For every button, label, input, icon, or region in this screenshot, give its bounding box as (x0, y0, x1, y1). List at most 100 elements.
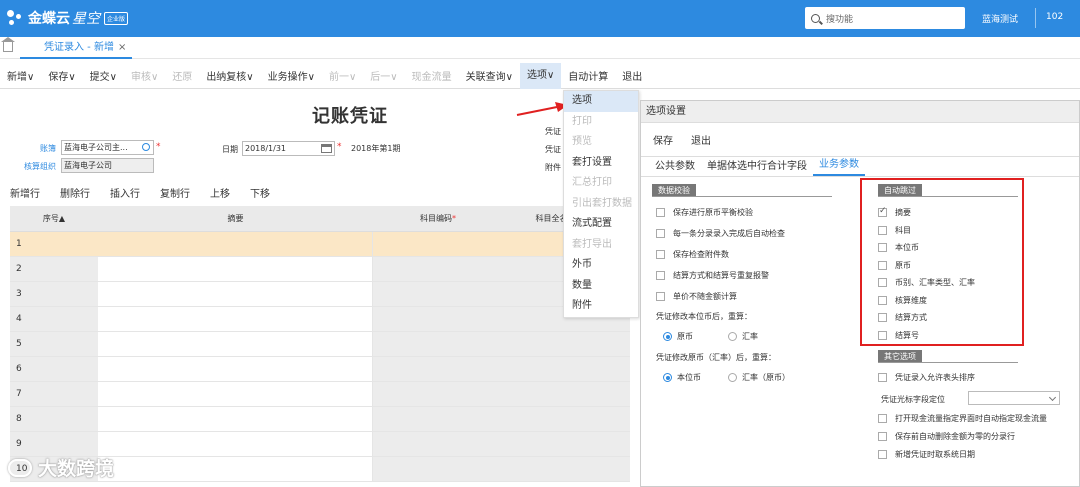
summary-cell[interactable] (98, 307, 373, 331)
summary-cell[interactable] (98, 457, 373, 481)
close-icon[interactable]: × (118, 42, 126, 53)
radio-original-currency[interactable]: 原币 (663, 331, 693, 342)
page-title: 记账凭证 (312, 106, 388, 127)
data-check-option[interactable]: 每一条分录录入完成后自动检查 (656, 228, 785, 239)
move-up-button[interactable]: 上移 (200, 185, 240, 200)
account-book-field[interactable]: 蓝海电子公司主... (61, 140, 154, 155)
menu-item[interactable]: 附件 (564, 296, 638, 317)
menu-item[interactable]: 外币 (564, 255, 638, 276)
date-field[interactable]: 2018/1/31 (242, 141, 335, 156)
menu-item[interactable]: 选项 (564, 91, 638, 112)
toolbar-button[interactable]: 业务操作∨ (261, 68, 322, 83)
summary-cell[interactable] (98, 432, 373, 456)
edition-badge: 企业版 (104, 11, 129, 25)
calendar-icon[interactable] (321, 144, 332, 153)
tab-business-params[interactable]: 业务参数 (813, 155, 865, 176)
account-cell[interactable] (373, 432, 630, 456)
search-icon[interactable] (142, 143, 150, 151)
table-row[interactable]: 3 (10, 282, 630, 307)
tab-voucher-entry[interactable]: 凭证录入 - 新增 × (20, 37, 132, 59)
menu-item[interactable]: 数量 (564, 276, 638, 297)
function-search-input[interactable]: 搜功能 (805, 7, 965, 29)
data-check-option[interactable]: 保存进行原币平衡校验 (656, 207, 753, 218)
summary-cell[interactable] (98, 357, 373, 381)
toolbar-button[interactable]: 保存∨ (41, 68, 82, 83)
checkbox-auto-cashflow[interactable]: 打开现金流量指定界面时自动指定现金流量 (878, 413, 1047, 424)
row-number: 2 (10, 257, 98, 281)
add-row-button[interactable]: 新增行 (0, 185, 50, 200)
menu-item[interactable]: 流式配置 (564, 214, 638, 235)
toolbar-button[interactable]: 出纳复核∨ (199, 68, 260, 83)
menu-item[interactable]: 引出套打数据 (564, 194, 638, 215)
account-cell[interactable] (373, 457, 630, 481)
summary-cell[interactable] (98, 332, 373, 356)
toolbar-button[interactable]: 还原 (165, 68, 199, 83)
toolbar-button[interactable]: 退出 (615, 68, 649, 83)
tab-row-sum-fields[interactable]: 单据体选中行合计字段 (701, 157, 813, 176)
data-check-option[interactable]: 单价不随金额计算 (656, 291, 737, 302)
checkbox-delete-zero-rows[interactable]: 保存前自动删除金额为零的分录行 (878, 431, 1015, 442)
col-summary[interactable]: 摘要 (98, 213, 373, 224)
radio-exchange-rate-orig[interactable]: 汇率（原币） (728, 372, 790, 383)
menu-item[interactable]: 汇总打印 (564, 173, 638, 194)
table-row[interactable]: 6 (10, 357, 630, 382)
table-row[interactable]: 4 (10, 307, 630, 332)
required-mark: * (156, 142, 161, 152)
menu-item[interactable]: 打印 (564, 112, 638, 133)
checkbox-system-date[interactable]: 新增凭证时取系统日期 (878, 449, 975, 460)
account-cell[interactable] (373, 357, 630, 381)
voucher-entry-grid: 序号▲ 摘要 科目编码* 科目全名 1 2 3 4 5 6 7 8 9 10 (10, 206, 630, 482)
toolbar-button[interactable]: 选项∨ (519, 62, 562, 89)
cursor-field-select[interactable] (968, 391, 1060, 405)
summary-cell[interactable] (98, 407, 373, 431)
row-number: 7 (10, 382, 98, 406)
checkbox-header-sort[interactable]: 凭证录入允许表头排序 (878, 372, 975, 383)
summary-cell[interactable] (98, 282, 373, 306)
table-row[interactable]: 8 (10, 407, 630, 432)
current-user[interactable]: 蓝海测试 (982, 12, 1018, 25)
toolbar-button[interactable]: 新增∨ (0, 68, 41, 83)
summary-cell[interactable] (98, 232, 373, 256)
toolbar-button[interactable]: 现金流量 (405, 68, 459, 83)
account-cell[interactable] (373, 332, 630, 356)
data-check-option[interactable]: 结算方式和结算号重复报警 (656, 270, 769, 281)
tab-common-params[interactable]: 公共参数 (649, 157, 701, 176)
menu-item[interactable]: 预览 (564, 132, 638, 153)
top-bar: 金蝶云 星空 企业版 搜功能 蓝海测试 102 (0, 0, 1080, 37)
summary-cell[interactable] (98, 257, 373, 281)
table-row[interactable]: 7 (10, 382, 630, 407)
toolbar-button[interactable]: 审核∨ (124, 68, 165, 83)
move-down-button[interactable]: 下移 (240, 185, 280, 200)
table-row[interactable]: 1 (10, 232, 630, 257)
toolbar-button[interactable]: 前一∨ (322, 68, 363, 83)
account-code[interactable]: 102 (1046, 12, 1063, 22)
dialog-exit-button[interactable]: 退出 (691, 132, 711, 147)
delete-row-button[interactable]: 删除行 (50, 185, 100, 200)
account-book-label[interactable]: 账簿 (40, 143, 56, 154)
home-icon[interactable] (1, 37, 15, 52)
col-seq[interactable]: 序号▲ (10, 213, 98, 224)
account-cell[interactable] (373, 407, 630, 431)
radio-local-currency[interactable]: 本位币 (663, 372, 701, 383)
brand-logo[interactable]: 金蝶云 星空 企业版 (6, 8, 129, 28)
dialog-tabs: 公共参数 单据体选中行合计字段 业务参数 (641, 157, 1079, 177)
dialog-save-button[interactable]: 保存 (653, 132, 673, 147)
radio-icon (728, 332, 737, 341)
account-cell[interactable] (373, 382, 630, 406)
toolbar-button[interactable]: 后一∨ (363, 68, 404, 83)
col-account-code[interactable]: 科目编码* (403, 213, 473, 224)
table-row[interactable]: 2 (10, 257, 630, 282)
toolbar-button[interactable]: 自动计算 (561, 68, 615, 83)
toolbar-button[interactable]: 提交∨ (83, 68, 124, 83)
menu-item[interactable]: 套打导出 (564, 235, 638, 256)
toolbar-button[interactable]: 关联查询∨ (459, 68, 520, 83)
table-row[interactable]: 5 (10, 332, 630, 357)
insert-row-button[interactable]: 插入行 (100, 185, 150, 200)
data-check-option[interactable]: 保存检查附件数 (656, 249, 729, 260)
menu-item[interactable]: 套打设置 (564, 153, 638, 174)
radio-exchange-rate[interactable]: 汇率 (728, 331, 758, 342)
radio-label: 原币 (677, 332, 693, 341)
summary-cell[interactable] (98, 382, 373, 406)
copy-row-button[interactable]: 复制行 (150, 185, 200, 200)
accounting-org-label[interactable]: 核算组织 (24, 161, 56, 172)
